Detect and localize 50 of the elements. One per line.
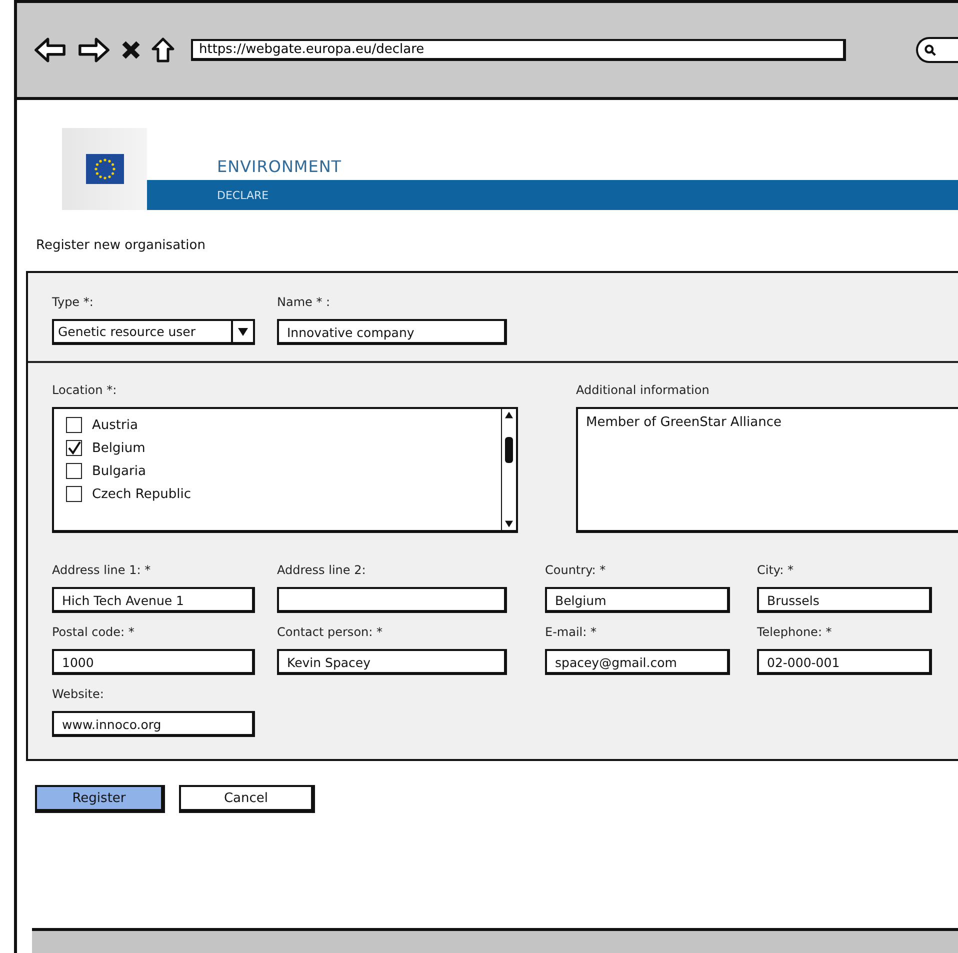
input-field[interactable]: 1000 — [52, 649, 255, 675]
field-label: Location *: — [52, 383, 118, 397]
checkbox[interactable] — [66, 463, 82, 479]
input-field[interactable]: www.innoco.org — [52, 711, 255, 737]
field-label: Country: * — [545, 563, 607, 577]
field-label: Postal code: * — [52, 625, 136, 639]
search-icon — [924, 44, 936, 56]
checkbox-label[interactable]: Bulgaria — [92, 464, 146, 478]
checkbox[interactable] — [66, 486, 82, 502]
logo-icon — [62, 128, 147, 210]
field-label: Address line 1: * — [52, 563, 152, 577]
field-label: Website: — [52, 687, 105, 701]
input-field[interactable]: spacey@gmail.com — [545, 649, 730, 675]
text-area[interactable]: Member of GreenStar Alliance — [576, 407, 958, 533]
input-field[interactable]: Belgium — [545, 587, 730, 613]
checkbox-label[interactable]: Czech Republic — [92, 486, 191, 502]
input-field[interactable]: Brussels — [757, 587, 932, 613]
field-label: E-mail: * — [545, 625, 598, 639]
checkbox[interactable] — [66, 440, 82, 456]
input-field[interactable]: Innovative company — [277, 319, 507, 345]
scrollbar[interactable] — [501, 409, 516, 530]
close-icon[interactable] — [121, 40, 141, 60]
banner-subtitle: DECLARE — [217, 188, 269, 202]
field-label: Telephone: * — [757, 625, 833, 639]
banner-title: ENVIRONMENT — [217, 157, 343, 178]
field-label: Contact person: * — [277, 625, 384, 639]
forward-arrow-icon[interactable] — [77, 37, 111, 63]
scroll-thumb[interactable] — [505, 436, 513, 462]
field-label: Additional information — [576, 383, 710, 397]
field-label: Address line 2: — [277, 563, 367, 577]
scroll-down-icon[interactable] — [505, 520, 513, 528]
field-label: City: * — [757, 563, 795, 577]
field-label: Type *: — [52, 295, 94, 309]
input-field[interactable] — [277, 587, 507, 613]
type-dropdown[interactable]: Genetic resource user — [52, 319, 255, 345]
input-field[interactable]: 02-000-001 — [757, 649, 932, 675]
register-button[interactable]: Register — [35, 785, 165, 813]
checkbox-label[interactable]: Austria — [92, 418, 138, 432]
url-field[interactable]: https://webgate.europa.eu/declare — [191, 39, 846, 61]
scroll-up-icon[interactable] — [505, 411, 513, 419]
caret-icon — [238, 328, 248, 336]
page-title: Register new organisation — [36, 238, 206, 253]
checkbox[interactable] — [66, 417, 82, 433]
cancel-button[interactable]: Cancel — [179, 785, 315, 813]
checkbox-label[interactable]: Belgium — [92, 440, 146, 456]
back-arrow-icon[interactable] — [33, 37, 67, 63]
field-label: Name * : — [277, 295, 332, 309]
input-field[interactable]: Hich Tech Avenue 1 — [52, 587, 255, 613]
search-field[interactable] — [916, 37, 958, 63]
input-field[interactable]: Kevin Spacey — [277, 649, 507, 675]
